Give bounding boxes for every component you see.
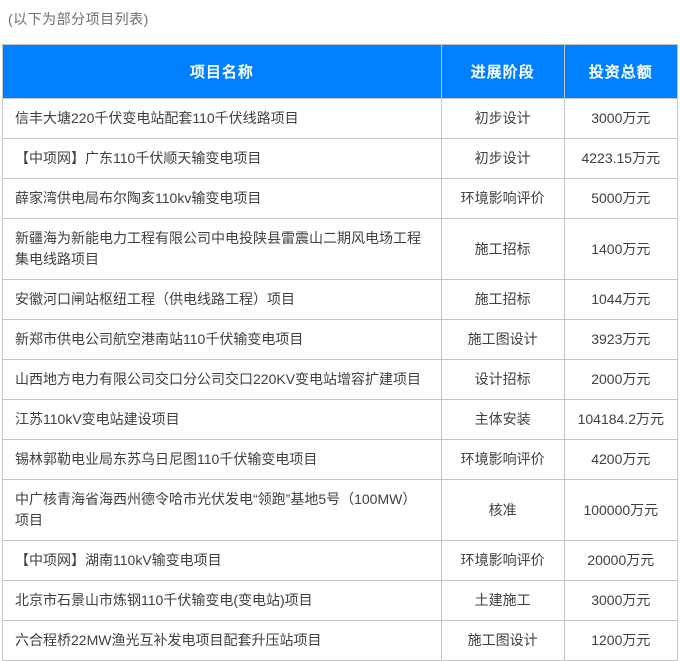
- progress-stage-cell: 核准: [441, 480, 564, 541]
- column-header-progress-stage: 进展阶段: [441, 45, 564, 99]
- table-row: 新疆海为新能电力工程有限公司中电投陕县雷震山二期风电场工程集电线路项目 施工招标…: [3, 219, 678, 280]
- table-row: 江苏110kV变电站建设项目 主体安装 104184.2万元: [3, 400, 678, 440]
- table-row: 【中项网】湖南110kV输变电项目 环境影响评价 20000万元: [3, 541, 678, 581]
- table-row: 山西地方电力有限公司交口分公司交口220KV变电站增容扩建项目 设计招标 200…: [3, 360, 678, 400]
- table-row: 六合程桥22MW渔光互补发电项目配套升压站项目 施工图设计 1200万元: [3, 621, 678, 661]
- progress-stage-cell: 初步设计: [441, 139, 564, 179]
- total-investment-cell: 1200万元: [564, 621, 677, 661]
- progress-stage-cell: 施工图设计: [441, 320, 564, 360]
- progress-stage-cell: 施工招标: [441, 280, 564, 320]
- project-name-cell: 信丰大塘220千伏变电站配套110千伏线路项目: [3, 99, 442, 139]
- header-row: 项目名称 进展阶段 投资总额: [3, 45, 678, 99]
- project-table-body: 信丰大塘220千伏变电站配套110千伏线路项目 初步设计 3000万元 【中项网…: [3, 99, 678, 661]
- project-name-cell: 薛家湾供电局布尔陶亥110kv输变电项目: [3, 179, 442, 219]
- project-name-cell: 锡林郭勒电业局东苏乌日尼图110千伏输变电项目: [3, 440, 442, 480]
- progress-stage-cell: 主体安装: [441, 400, 564, 440]
- total-investment-cell: 4223.15万元: [564, 139, 677, 179]
- project-name-cell: 江苏110kV变电站建设项目: [3, 400, 442, 440]
- progress-stage-cell: 环境影响评价: [441, 179, 564, 219]
- project-name-cell: 新疆海为新能电力工程有限公司中电投陕县雷震山二期风电场工程集电线路项目: [3, 219, 442, 280]
- table-row: 安徽河口闸站枢纽工程（供电线路工程）项目 施工招标 1044万元: [3, 280, 678, 320]
- total-investment-cell: 1400万元: [564, 219, 677, 280]
- project-name-cell: 新郑市供电公司航空港南站110千伏输变电项目: [3, 320, 442, 360]
- progress-stage-cell: 设计招标: [441, 360, 564, 400]
- project-table: 项目名称 进展阶段 投资总额 信丰大塘220千伏变电站配套110千伏线路项目 初…: [2, 44, 678, 661]
- project-name-cell: 山西地方电力有限公司交口分公司交口220KV变电站增容扩建项目: [3, 360, 442, 400]
- progress-stage-cell: 施工招标: [441, 219, 564, 280]
- total-investment-cell: 5000万元: [564, 179, 677, 219]
- table-row: 北京市石景山市炼钢110千伏输变电(变电站)项目 土建施工 3000万元: [3, 581, 678, 621]
- progress-stage-cell: 施工图设计: [441, 621, 564, 661]
- column-header-total-investment: 投资总额: [564, 45, 677, 99]
- table-row: 中广核青海省海西州德令哈市光伏发电“领跑”基地5号（100MW）项目 核准 10…: [3, 480, 678, 541]
- table-row: 新郑市供电公司航空港南站110千伏输变电项目 施工图设计 3923万元: [3, 320, 678, 360]
- total-investment-cell: 1044万元: [564, 280, 677, 320]
- progress-stage-cell: 初步设计: [441, 99, 564, 139]
- total-investment-cell: 104184.2万元: [564, 400, 677, 440]
- project-name-cell: 六合程桥22MW渔光互补发电项目配套升压站项目: [3, 621, 442, 661]
- table-row: 【中项网】广东110千伏顺天输变电项目 初步设计 4223.15万元: [3, 139, 678, 179]
- project-name-cell: 北京市石景山市炼钢110千伏输变电(变电站)项目: [3, 581, 442, 621]
- project-name-cell: 【中项网】广东110千伏顺天输变电项目: [3, 139, 442, 179]
- list-caption: (以下为部分项目列表): [0, 0, 680, 29]
- page: (以下为部分项目列表) 项目名称 进展阶段 投资总额 信丰大塘220千伏变电站配…: [0, 0, 680, 661]
- total-investment-cell: 100000万元: [564, 480, 677, 541]
- table-row: 锡林郭勒电业局东苏乌日尼图110千伏输变电项目 环境影响评价 4200万元: [3, 440, 678, 480]
- progress-stage-cell: 环境影响评价: [441, 541, 564, 581]
- total-investment-cell: 2000万元: [564, 360, 677, 400]
- progress-stage-cell: 环境影响评价: [441, 440, 564, 480]
- project-name-cell: 【中项网】湖南110kV输变电项目: [3, 541, 442, 581]
- column-header-project-name: 项目名称: [3, 45, 442, 99]
- project-table-header: 项目名称 进展阶段 投资总额: [3, 45, 678, 99]
- total-investment-cell: 4200万元: [564, 440, 677, 480]
- progress-stage-cell: 土建施工: [441, 581, 564, 621]
- table-row: 信丰大塘220千伏变电站配套110千伏线路项目 初步设计 3000万元: [3, 99, 678, 139]
- project-name-cell: 中广核青海省海西州德令哈市光伏发电“领跑”基地5号（100MW）项目: [3, 480, 442, 541]
- total-investment-cell: 20000万元: [564, 541, 677, 581]
- total-investment-cell: 3000万元: [564, 99, 677, 139]
- table-row: 薛家湾供电局布尔陶亥110kv输变电项目 环境影响评价 5000万元: [3, 179, 678, 219]
- total-investment-cell: 3000万元: [564, 581, 677, 621]
- project-name-cell: 安徽河口闸站枢纽工程（供电线路工程）项目: [3, 280, 442, 320]
- total-investment-cell: 3923万元: [564, 320, 677, 360]
